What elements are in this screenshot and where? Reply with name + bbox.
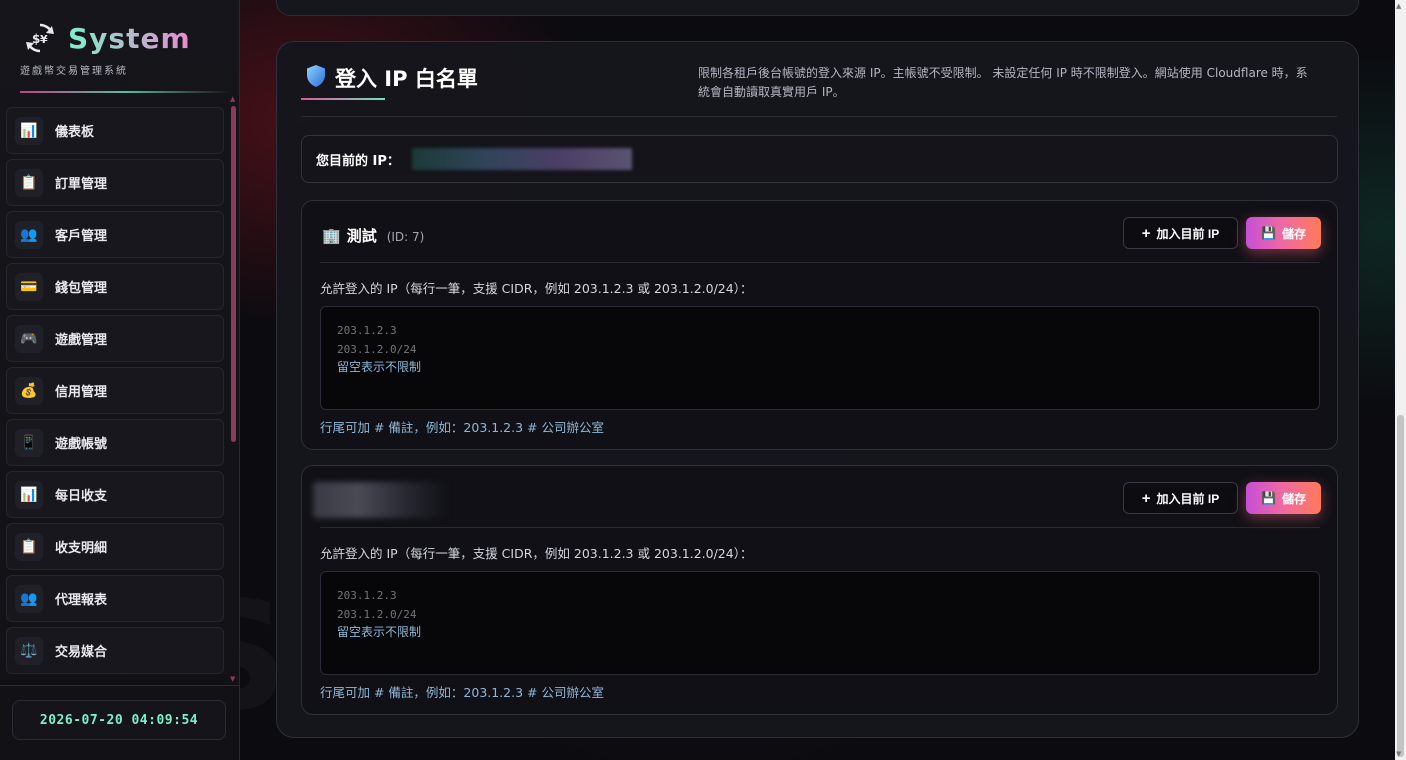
- current-ip-value-redacted: [411, 148, 632, 170]
- tenant-name-redacted: [313, 482, 449, 518]
- sidebar-item-label: 客戶管理: [55, 229, 108, 244]
- sidebar-item-agent-reports[interactable]: 👥 代理報表: [6, 575, 224, 622]
- sidebar-scrollbar-thumb[interactable]: [231, 106, 236, 442]
- allowed-ip-label: 允許登入的 IP（每行一筆，支援 CIDR，例如 203.1.2.3 或 203…: [320, 281, 753, 296]
- panel-description: 限制各租戶後台帳號的登入來源 IP。主帳號不受限制。 未設定任何 IP 時不限制…: [698, 66, 1308, 99]
- add-current-ip-button[interactable]: + 加入目前 IP: [1123, 482, 1238, 514]
- window-scroll-down-icon[interactable]: ▼: [1396, 750, 1401, 758]
- sidebar-scroll-up-icon[interactable]: ▲: [230, 95, 235, 103]
- header-divider: [301, 116, 1337, 117]
- sidebar-item-label: 錢包管理: [55, 281, 108, 296]
- sidebar-item-label: 訂單管理: [55, 177, 108, 192]
- sidebar-item-label: 交易媒合: [55, 645, 108, 660]
- window-scroll-up-icon[interactable]: ▲: [1396, 2, 1401, 10]
- brand[interactable]: $ ¥ System 遊戲幣交易管理系統: [20, 20, 222, 94]
- allowed-ip-label: 允許登入的 IP（每行一筆，支援 CIDR，例如 203.1.2.3 或 203…: [320, 546, 753, 561]
- sidebar-item-label: 遊戲帳號: [55, 437, 108, 452]
- sidebar-item-finance-details[interactable]: 📋 收支明細: [6, 523, 224, 570]
- building-icon: 🏢: [322, 227, 341, 245]
- svg-text:¥: ¥: [40, 33, 48, 46]
- clipboard-icon: 📋: [15, 532, 43, 561]
- card-divider: [320, 527, 1320, 528]
- sidebar-divider: [0, 685, 240, 686]
- current-ip-box: 您目前的 IP：: [301, 135, 1338, 183]
- brand-divider: [20, 91, 230, 93]
- sidebar-item-label: 信用管理: [55, 385, 108, 400]
- panel-header: 登入 IP 白名單 限制各租戶後台帳號的登入來源 IP。主帳號不受限制。 未設定…: [301, 60, 1341, 120]
- sidebar-nav: 📊 儀表板 📋 訂單管理 👥 客戶管理 💳 錢包管理 🎮 遊戲管理 💰 信用管理…: [6, 107, 224, 681]
- brand-subtitle: 遊戲幣交易管理系統: [20, 66, 128, 77]
- sidebar-item-trade-matching[interactable]: ⚖️ 交易媒合: [6, 627, 224, 674]
- tenant-card: 🏢 測試 (ID: 7) + 加入目前 IP 💾 儲存 允許登入的 IP（每行一…: [301, 200, 1338, 450]
- tenant-name: 測試: [346, 227, 377, 245]
- sidebar-item-label: 每日收支: [55, 489, 108, 504]
- previous-card: [276, 0, 1359, 16]
- money-bag-icon: 💰: [15, 376, 43, 405]
- shield-icon: [305, 64, 327, 92]
- gamepad-icon: 🎮: [15, 324, 43, 353]
- ip-whitelist-panel: 登入 IP 白名單 限制各租戶後台帳號的登入來源 IP。主帳號不受限制。 未設定…: [276, 41, 1359, 738]
- sidebar: $ ¥ System 遊戲幣交易管理系統 📊 儀表板 📋 訂單管理 👥 客戶管理…: [0, 0, 240, 760]
- scale-icon: ⚖️: [15, 636, 43, 665]
- title-underline: [301, 98, 385, 100]
- comment-hint: 行尾可加 # 備註，例如：203.1.2.3 # 公司辦公室: [320, 420, 604, 435]
- clock-display: 2026-07-20 04:09:54: [12, 700, 226, 740]
- plus-icon: +: [1141, 489, 1151, 507]
- users-icon: 👥: [15, 220, 43, 249]
- bar-chart-icon: 📊: [15, 480, 43, 509]
- allowed-ip-textarea[interactable]: [320, 306, 1320, 410]
- recycle-dollar-icon: $ ¥: [22, 20, 58, 56]
- users-icon: 👥: [15, 584, 43, 613]
- panel-title: 登入 IP 白名單: [335, 67, 478, 91]
- sidebar-item-label: 遊戲管理: [55, 333, 108, 348]
- sidebar-item-label: 收支明細: [55, 541, 108, 556]
- credit-card-icon: 💳: [15, 272, 43, 301]
- tenant-id: (ID: 7): [386, 230, 425, 244]
- tenant-card: + 加入目前 IP 💾 儲存 允許登入的 IP（每行一筆，支援 CIDR，例如 …: [301, 465, 1338, 715]
- sidebar-item-game-accounts[interactable]: 📱 遊戲帳號: [6, 419, 224, 466]
- sidebar-item-games[interactable]: 🎮 遊戲管理: [6, 315, 224, 362]
- sidebar-item-orders[interactable]: 📋 訂單管理: [6, 159, 224, 206]
- current-ip-label: 您目前的 IP：: [316, 153, 400, 169]
- add-current-ip-button[interactable]: + 加入目前 IP: [1123, 217, 1238, 249]
- sidebar-item-credit[interactable]: 💰 信用管理: [6, 367, 224, 414]
- mobile-phone-icon: 📱: [15, 428, 43, 457]
- floppy-disk-icon: 💾: [1261, 491, 1276, 505]
- sidebar-item-daily-finance[interactable]: 📊 每日收支: [6, 471, 224, 518]
- brand-title: System: [68, 21, 191, 55]
- sidebar-scroll-down-icon[interactable]: ▼: [230, 675, 235, 683]
- sidebar-item-dashboard[interactable]: 📊 儀表板: [6, 107, 224, 154]
- sidebar-item-wallets[interactable]: 💳 錢包管理: [6, 263, 224, 310]
- bar-chart-icon: 📊: [15, 116, 43, 145]
- window-scrollbar-thumb[interactable]: [1397, 415, 1404, 757]
- allowed-ip-textarea[interactable]: [320, 571, 1320, 675]
- save-button[interactable]: 💾 儲存: [1246, 482, 1321, 514]
- sidebar-item-label: 儀表板: [55, 125, 95, 140]
- card-divider: [320, 262, 1320, 263]
- sidebar-item-customers[interactable]: 👥 客戶管理: [6, 211, 224, 258]
- comment-hint: 行尾可加 # 備註，例如：203.1.2.3 # 公司辦公室: [320, 685, 604, 700]
- floppy-disk-icon: 💾: [1261, 226, 1276, 240]
- save-button[interactable]: 💾 儲存: [1246, 217, 1321, 249]
- sidebar-item-label: 代理報表: [55, 593, 108, 608]
- clipboard-icon: 📋: [15, 168, 43, 197]
- plus-icon: +: [1141, 224, 1151, 242]
